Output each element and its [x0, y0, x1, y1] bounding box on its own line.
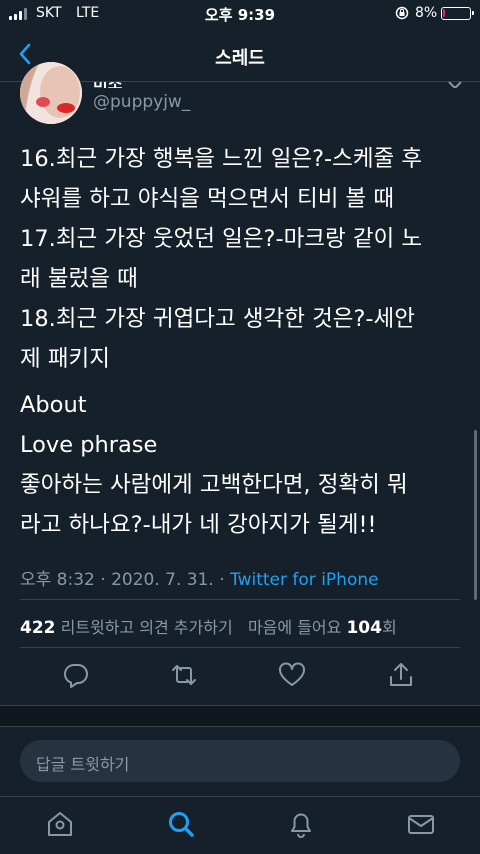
- tweet-line: 래 불렀을 때: [20, 266, 138, 292]
- section-separator: [0, 705, 480, 727]
- tweet-meta: 오후 8:32 · 2020. 7. 31. · Twitter for iPh…: [20, 565, 379, 590]
- battery-percent: 8%: [415, 5, 438, 21]
- rotation-lock-icon: [395, 6, 409, 20]
- retweets-label[interactable]: 리트윗하고 의견 추가하기: [61, 618, 233, 637]
- tweet-time: 오후 8:32: [20, 570, 95, 590]
- tweet-date: 2020. 7. 31.: [111, 570, 214, 590]
- reply-placeholder: 답글 트윗하기: [36, 755, 130, 774]
- tweet-line: 18.최근 가장 귀엽다고 생각한 것은?-세안: [20, 306, 415, 332]
- retweet-icon[interactable]: [169, 660, 199, 690]
- tweet-line: 좋아하는 사람에게 고백한다면, 정확히 뭐: [20, 472, 408, 498]
- tweet-line: 16.최근 가장 행복을 느낀 일은?-스케줄 후: [20, 146, 423, 172]
- author-handle[interactable]: @puppyjw_: [93, 92, 190, 112]
- tweet-line: Love phrase: [20, 432, 158, 458]
- home-icon[interactable]: [45, 809, 75, 839]
- heart-icon[interactable]: [277, 660, 307, 690]
- messages-icon[interactable]: [406, 809, 436, 839]
- tweet-line: 라고 하나요?-내가 네 강아지가 될게!!: [20, 512, 377, 538]
- reply-input[interactable]: 답글 트윗하기: [20, 740, 460, 782]
- search-icon[interactable]: [166, 809, 196, 839]
- tweet-line: 17.최근 가장 웃었던 일은?-마크랑 같이 노: [20, 226, 423, 252]
- status-bar: SKT LTE 오후 9:39 8%: [0, 0, 480, 28]
- tab-bar: [0, 796, 480, 854]
- scrollbar[interactable]: [474, 430, 477, 600]
- tweet-stats: 422 리트윗하고 의견 추가하기 마음에 들어요 104회: [20, 614, 397, 638]
- notifications-icon[interactable]: [286, 809, 316, 839]
- likes-label[interactable]: 마음에 들어요: [248, 618, 341, 637]
- display-name[interactable]: 미조: [93, 82, 153, 88]
- avatar[interactable]: [20, 62, 82, 124]
- divider: [20, 647, 460, 648]
- meta-separator: ·: [219, 570, 225, 590]
- likes-suffix: 회: [381, 618, 397, 637]
- tweet-actions: [0, 660, 480, 694]
- chevron-down-icon[interactable]: [448, 82, 462, 88]
- likes-count[interactable]: 104: [346, 618, 382, 638]
- tweet-text: 16.최근 가장 행복을 느낀 일은?-스케줄 후 샤워를 하고 야식을 먹으면…: [20, 139, 470, 545]
- share-icon[interactable]: [386, 660, 416, 690]
- tweet-line: About: [20, 392, 87, 418]
- reply-icon[interactable]: [61, 660, 91, 690]
- battery-icon: [441, 7, 474, 20]
- page-title: 스레드: [215, 48, 265, 69]
- tweet-line: 샤워를 하고 야식을 먹으면서 티비 볼 때: [20, 186, 395, 212]
- divider: [20, 599, 460, 600]
- retweets-count[interactable]: 422: [20, 618, 56, 638]
- meta-separator: ·: [100, 570, 106, 590]
- tweet-source-link[interactable]: Twitter for iPhone: [230, 570, 379, 590]
- tweet-line: 제 패키지: [20, 346, 110, 372]
